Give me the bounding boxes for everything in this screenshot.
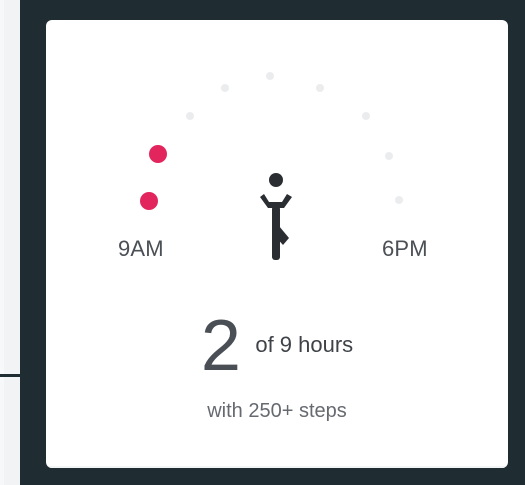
end-time-label: 6PM <box>382 236 428 261</box>
start-time-label: 9AM <box>118 236 164 261</box>
left-panel-edge <box>0 0 4 485</box>
hours-total-label: of 9 hours <box>255 332 354 357</box>
hour-dot-3 <box>186 112 194 120</box>
hour-dot-5 <box>266 72 274 80</box>
hours-active-value: 2 <box>200 306 241 386</box>
person-tree-pose-icon <box>260 173 292 260</box>
hour-dot-1 <box>149 145 167 163</box>
hour-dot-6 <box>316 84 324 92</box>
hour-dot-9 <box>395 196 403 204</box>
hour-dot-8 <box>385 152 393 160</box>
steps-threshold-label: with 250+ steps <box>207 400 347 422</box>
card-bottom-edge <box>46 466 508 468</box>
hour-dot-4 <box>221 84 229 92</box>
activity-card[interactable]: 9AM 6PM 2 of 9 hours with 250+ steps <box>46 20 508 468</box>
hour-dot-7 <box>362 112 370 120</box>
left-connector-line <box>0 374 44 377</box>
activity-summary: 2 of 9 hours <box>46 306 508 382</box>
hour-dot-2 <box>140 192 158 210</box>
